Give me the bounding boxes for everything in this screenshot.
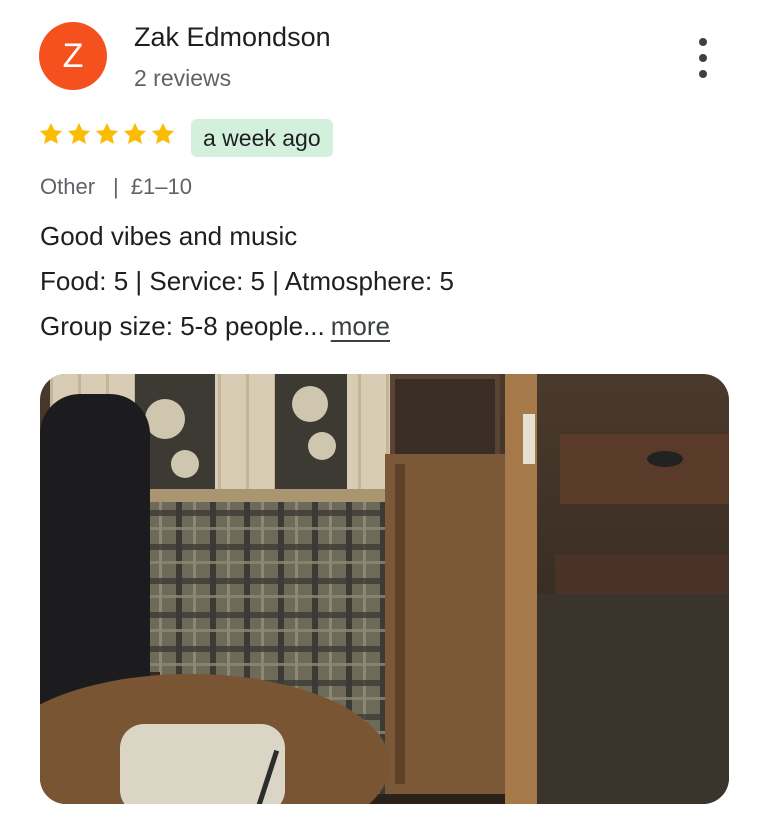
more-vert-icon[interactable] [686,38,720,78]
star-icon [67,122,91,144]
review-photo[interactable] [40,374,729,804]
review-text: Good vibes and music [40,221,298,251]
group-size-line: Group size: 5-8 people... more [40,311,390,341]
time-ago-badge: a week ago [191,119,333,157]
score-food-label: Food [40,266,100,296]
review-meta: Other | £1–10 [40,174,192,200]
category-label: Other [40,174,96,199]
menu-dot [699,70,707,78]
group-size-value: 5-8 people... [180,311,325,341]
photo-illustration [40,374,729,804]
reviewer-avatar[interactable]: Z [39,22,107,90]
group-size-label: Group size [40,311,166,341]
score-atmosphere-value: 5 [439,266,454,296]
star-icon [123,122,147,144]
more-link[interactable]: more [331,311,390,341]
review-scores: Food: 5 | Service: 5 | Atmosphere: 5 [40,266,454,296]
star-icon [95,122,119,144]
price-range: £1–10 [130,174,192,199]
score-service-value: 5 [250,266,266,296]
score-food-value: 5 [113,266,129,296]
reviewer-name[interactable]: Zak Edmondson [134,22,331,53]
menu-dot [699,54,707,62]
star-icon [39,122,63,144]
star-icon [151,122,175,144]
score-atmosphere-label: Atmosphere [284,266,425,296]
menu-dot [699,38,707,46]
avatar-initial: Z [62,36,84,75]
star-rating [38,121,176,147]
score-service-label: Service [149,266,237,296]
review-count: 2 reviews [134,65,232,91]
meta-separator: | [113,174,119,199]
